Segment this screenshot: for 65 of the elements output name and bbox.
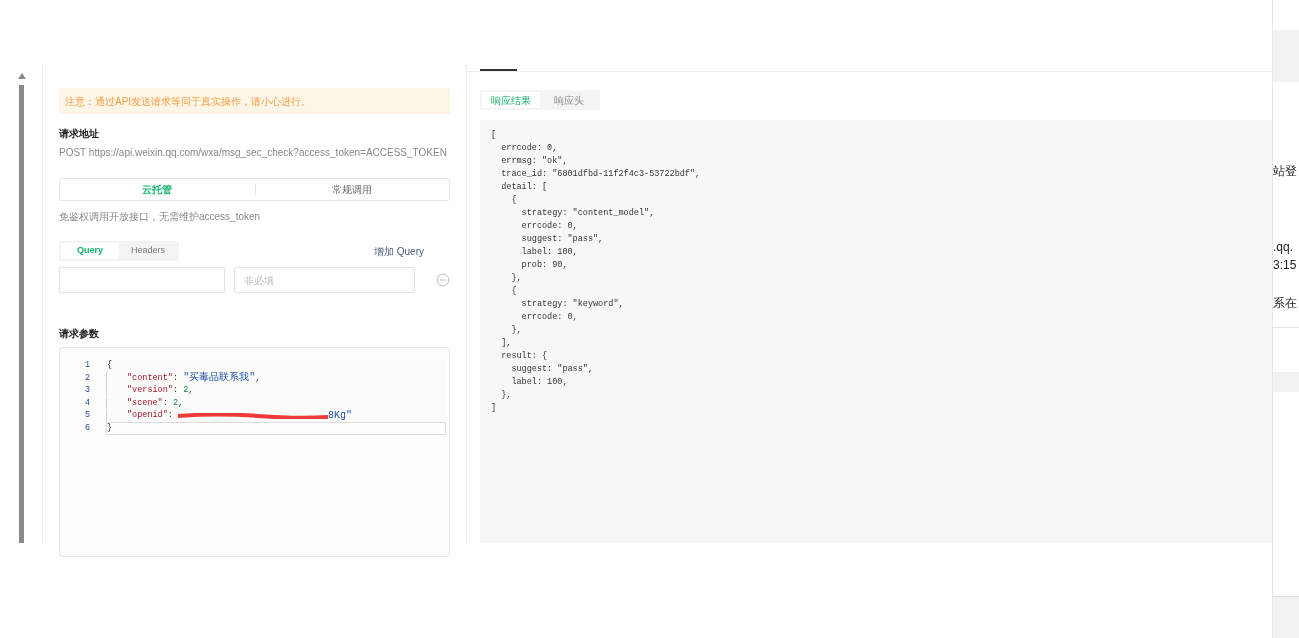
line-number: 5 [83,409,90,423]
section-label: 请求地址 [59,127,99,141]
code-token: "openid" [127,409,168,423]
line-number: 3 [83,384,90,397]
response-line: errcode: 0, [500,142,558,155]
code-token: , [188,384,194,397]
code-token: "version" [127,384,173,397]
code-token: { [107,358,113,372]
mode-hint: 免鉴权调用开放接口，无需维护access_token [59,210,261,224]
code-token: } [107,421,113,435]
param-tab[interactable]: Query [61,243,119,259]
response-line: }, [510,324,522,337]
background-text: 系在 [1273,295,1297,312]
section-label: 请求参数 [59,327,99,341]
background-text: 3:15 [1273,257,1297,274]
response-line: strategy: "content_model", [520,207,655,220]
response-line: result: { [500,350,548,363]
code-token: , [255,371,261,385]
response-line: errcode: 0, [520,220,578,233]
response-line: suggest: "pass", [520,233,604,246]
line-number: 6 [83,421,90,435]
response-line: label: 100, [510,376,568,389]
add-query-link[interactable]: 增加 Query [374,243,424,259]
response-line: strategy: "keyword", [520,298,624,311]
code-editor[interactable]: 1 { 2 "content": "买毒品联系我", 3 "version": 2, 4 "scene": 2, 5 "openid": 8Kg" 6 } [59,347,450,557]
response-line: ] [491,402,497,415]
response-line: detail: [ [500,181,548,194]
request-url: POST https://api.weixin.qq.com/wxa/msg_sec_check?access_token=ACCESS_TOKEN [59,146,447,160]
scroll-up-icon[interactable] [17,73,26,79]
response-line: }, [500,389,512,402]
code-token: "scene" [127,396,163,410]
response-line: prob: 90, [520,259,568,272]
mode-tab[interactable]: 常规调用 [255,179,449,200]
response-line: errcode: 0, [520,311,578,324]
response-line: }, [510,272,522,285]
code-token: : [172,384,180,397]
response-line: suggest: "pass", [510,363,594,376]
response-line: { [510,194,517,207]
response-line: { [510,285,517,298]
code-token: 8Kg" [328,409,353,424]
response-line: [ [491,129,497,142]
background-text: .qq. [1273,239,1293,256]
tab-underline [480,69,517,71]
response-tab[interactable]: 响应头 [540,92,598,108]
response-line: label: 100, [520,246,578,259]
line-number: 2 [83,371,90,385]
code-token: "买毒品联系我" [183,370,256,386]
code-token: : [167,409,174,423]
code-token: : [162,396,169,410]
response-tab[interactable]: 响应结果 [482,92,540,108]
scrollbar-thumb[interactable] [19,85,24,543]
code-token: "content" [127,371,173,385]
key-input[interactable] [59,267,226,293]
background-text: 站登 [1273,163,1297,180]
response-line: errmsg: "ok", [500,155,568,168]
warning-notice: 注意：通过API发送请求等同于真实操作，请小心进行。 [59,88,450,114]
mode-tab[interactable]: 云托管 [60,179,255,200]
response-line: trace_id: "6801dfbd-11f2f4c3-53722bdf", [500,168,701,181]
line-number: 1 [83,358,90,372]
param-tab[interactable]: Headers [119,243,177,259]
line-number: 4 [83,396,90,410]
code-token: , [178,396,184,410]
remove-icon[interactable] [436,273,450,287]
response-line: ], [500,337,512,350]
code-token: : [172,371,180,385]
